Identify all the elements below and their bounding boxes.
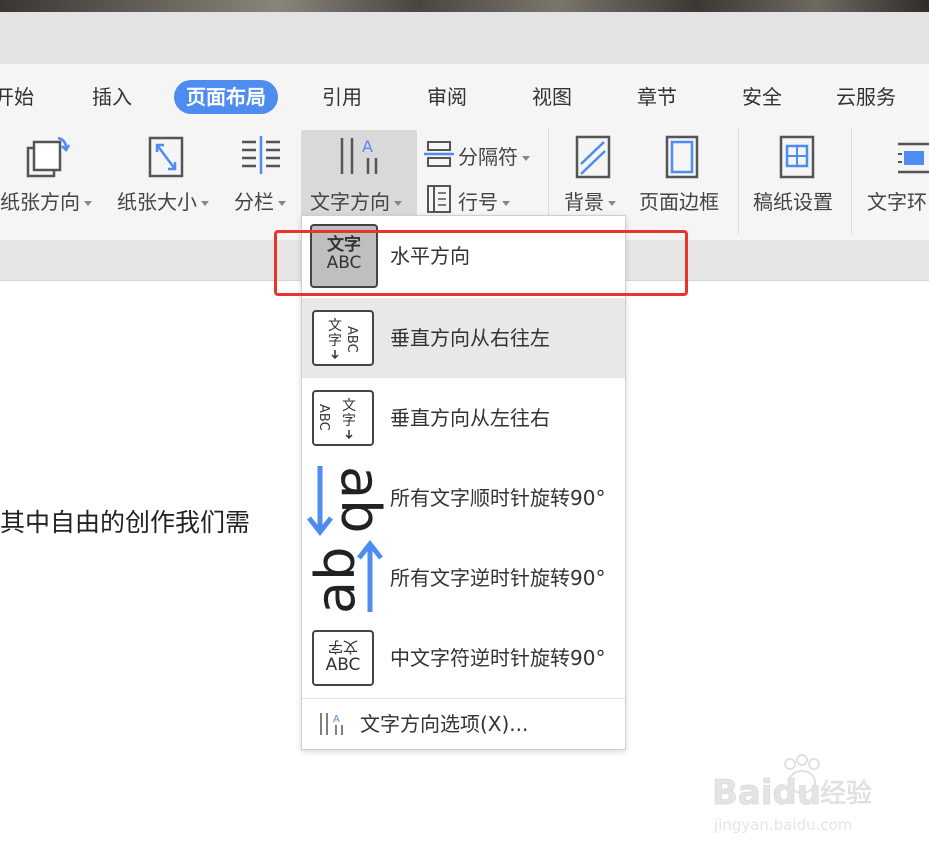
svg-text:A: A (333, 714, 340, 725)
breaks-button[interactable]: 分隔符 (458, 141, 530, 170)
baidu-jingyan-watermark: Baidu 经验 jingyan.baidu.com (706, 752, 886, 842)
svg-text:A: A (362, 137, 373, 156)
watermark-url: jingyan.baidu.com (713, 816, 852, 834)
vertical-rtl-text-icon: ABC 文 字 (312, 310, 374, 366)
orientation-button[interactable]: 纸张方向 (0, 186, 92, 215)
menu-item-text-direction-options[interactable]: A 文字方向选项(X)... (302, 699, 625, 749)
menu-item-rotate-all-counterclockwise[interactable]: ab 所有文字逆时针旋转90° (302, 538, 625, 618)
watermark-brand: Baidu (712, 773, 821, 813)
tab-references[interactable]: 引用 (322, 80, 362, 114)
menu-item-rotate-all-clockwise[interactable]: ab 所有文字顺时针旋转90° (302, 458, 625, 538)
svg-text:文: 文 (328, 318, 342, 334)
manuscript-icon[interactable] (778, 134, 816, 184)
page-break-icon[interactable] (424, 140, 454, 172)
rotate-clockwise-icon: ab (307, 466, 384, 536)
chevron-down-icon (502, 201, 510, 206)
tab-security[interactable]: 安全 (742, 80, 782, 114)
menu-item-label: 中文字符逆时针旋转90° (390, 646, 606, 670)
svg-text:文: 文 (342, 398, 356, 414)
paper-size-button[interactable]: 纸张大小 (117, 186, 209, 215)
svg-text:字: 字 (342, 413, 356, 429)
background-button[interactable]: 背景 (564, 186, 616, 215)
menu-item-vertical-left-to-right[interactable]: ABC 文 字 垂直方向从左往右 (302, 378, 625, 458)
chevron-down-icon (278, 201, 286, 206)
svg-text:字: 字 (328, 333, 342, 349)
vertical-ltr-text-icon: ABC 文 字 (312, 390, 374, 446)
chevron-down-icon (608, 201, 616, 206)
svg-text:ABC: ABC (344, 326, 359, 353)
document-text[interactable]: 其中自由的创作我们需 (0, 503, 250, 539)
line-numbers-button[interactable]: 行号 (458, 186, 510, 215)
text-direction-options-icon: A (320, 713, 343, 735)
orientation-label: 纸张方向 (0, 190, 80, 214)
icon-text-bottom: ABC (325, 655, 361, 675)
text-direction-icon[interactable]: A (336, 134, 382, 184)
text-direction-button[interactable]: 文字方向 (310, 186, 402, 215)
menu-item-label: 文字方向选项(X)... (360, 712, 529, 736)
tab-cloud-services[interactable]: 云服务 (836, 80, 896, 114)
menu-item-label: 垂直方向从左往右 (390, 406, 550, 430)
breaks-label: 分隔符 (458, 145, 518, 169)
tab-start[interactable]: 开始 (0, 80, 34, 114)
tab-page-layout[interactable]: 页面布局 (174, 80, 278, 114)
line-numbers-label: 行号 (458, 190, 498, 214)
menu-item-vertical-right-to-left[interactable]: ABC 文 字 垂直方向从右往左 (302, 298, 625, 378)
menu-item-label: 所有文字顺时针旋转90° (390, 486, 606, 510)
title-bar (0, 12, 929, 64)
text-wrap-icon[interactable] (896, 140, 929, 180)
svg-text:ab: ab (329, 466, 384, 533)
text-direction-label: 文字方向 (310, 190, 390, 214)
chevron-down-icon (84, 201, 92, 206)
background-label: 背景 (564, 190, 604, 214)
orientation-icon[interactable] (24, 134, 72, 184)
columns-button[interactable]: 分栏 (234, 186, 286, 215)
page-border-icon[interactable] (664, 134, 700, 184)
background-photo-strip (0, 0, 929, 12)
chevron-down-icon (522, 156, 530, 161)
columns-label: 分栏 (234, 190, 274, 214)
ribbon-separator (738, 128, 739, 234)
paper-size-label: 纸张大小 (117, 190, 197, 214)
watermark-brand-cn: 经验 (820, 779, 872, 809)
tab-view[interactable]: 视图 (532, 80, 572, 114)
text-wrap-button[interactable]: 文字环 (867, 186, 927, 215)
chevron-down-icon (201, 201, 209, 206)
chevron-down-icon (394, 201, 402, 206)
tab-insert[interactable]: 插入 (92, 80, 132, 114)
rotate-chinese-icon: 文字 ABC (312, 630, 374, 686)
manuscript-button[interactable]: 稿纸设置 (753, 186, 833, 215)
highlight-annotation (274, 230, 688, 296)
tab-review[interactable]: 审阅 (427, 80, 467, 114)
menu-item-label: 所有文字逆时针旋转90° (390, 566, 606, 590)
icon-text-top: 文字 (327, 638, 358, 656)
background-icon[interactable] (574, 134, 612, 184)
line-numbers-icon[interactable] (426, 184, 452, 218)
menu-item-label: 垂直方向从右往左 (390, 326, 550, 350)
columns-icon[interactable] (238, 134, 284, 184)
rotate-counterclockwise-icon: ab (304, 540, 383, 614)
svg-text:ABC: ABC (316, 404, 331, 431)
ribbon-separator (851, 128, 852, 234)
tab-sections[interactable]: 章节 (637, 80, 677, 114)
page-border-button[interactable]: 页面边框 (639, 186, 719, 215)
menu-item-rotate-chinese-counterclockwise[interactable]: 文字 ABC 中文字符逆时针旋转90° (302, 618, 625, 698)
paper-size-icon[interactable] (146, 134, 186, 184)
